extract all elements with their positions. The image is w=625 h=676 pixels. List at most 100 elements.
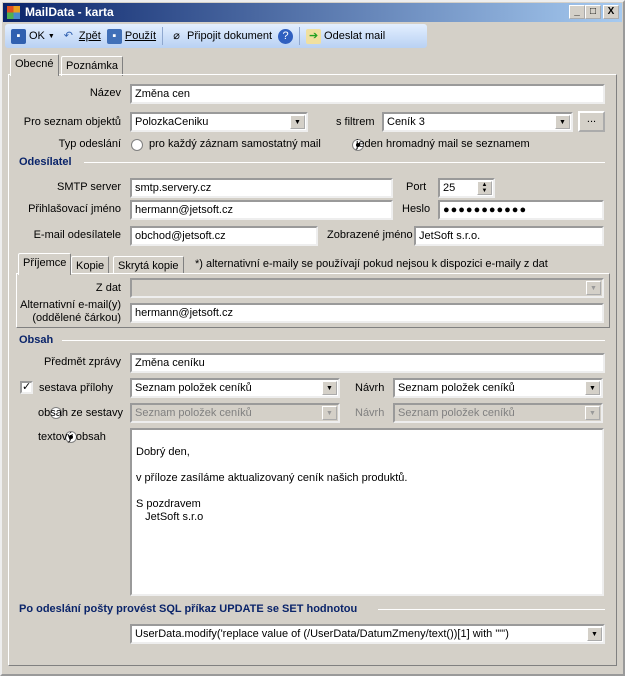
sender-heading: Odesílatel — [19, 156, 72, 168]
report-design-value: Seznam položek ceníků — [398, 407, 515, 419]
send-type-opt2: jeden hromadný mail se seznamem — [356, 138, 530, 150]
body-line: S pozdravem — [136, 498, 201, 510]
chevron-down-icon[interactable]: ▼ — [585, 381, 600, 395]
chevron-down-icon[interactable]: ▼ — [585, 406, 600, 420]
port-label: Port — [406, 181, 427, 193]
name-input[interactable]: Změna cen — [130, 84, 605, 104]
password-label: Heslo — [402, 203, 431, 215]
password-input[interactable]: ●●●●●●●●●●● — [438, 200, 604, 220]
separator — [162, 27, 164, 45]
app-icon — [7, 6, 20, 19]
report-content-select[interactable]: Seznam položek ceníků ▼ — [130, 403, 340, 423]
text-content-label: textový obsah — [38, 431, 106, 443]
content-heading: Obsah — [19, 334, 54, 346]
tab-general[interactable]: Obecné — [10, 54, 59, 76]
report-design-label: Návrh — [355, 407, 385, 419]
attach-report-select[interactable]: Seznam položek ceníků ▼ — [130, 378, 340, 398]
ok-button[interactable]: ▪ OK ▼ — [11, 28, 55, 44]
tab-recipients[interactable]: Příjemce — [18, 253, 72, 275]
sql-heading: Po odeslání pošty provést SQL příkaz UPD… — [19, 603, 358, 615]
sql-select[interactable]: UserData.modify('replace value of (/User… — [130, 624, 605, 644]
body-line: ​ — [136, 485, 598, 498]
minimize-button[interactable]: _ — [569, 5, 585, 19]
maximize-button[interactable]: □ — [585, 5, 601, 19]
subject-label: Předmět zprávy — [43, 356, 121, 368]
ok-label: OK — [29, 30, 45, 42]
filter-value: Ceník 3 — [387, 116, 425, 128]
tab-note[interactable]: Poznámka — [61, 56, 123, 76]
design-select[interactable]: Seznam položek ceníků ▼ — [393, 378, 603, 398]
send-type-label: Typ odeslání — [58, 138, 121, 150]
separator — [299, 27, 301, 45]
chevron-down-icon[interactable]: ▼ — [322, 381, 337, 395]
smtp-input[interactable]: smtp.servery.cz — [130, 178, 393, 198]
attach-label: Připojit dokument — [187, 30, 273, 42]
toolbar: ▪ OK ▼ ↶ Zpět ▪ Použít ⌀ Připojit dokument ? … — [5, 24, 427, 48]
send-label: Odeslat mail — [324, 30, 386, 42]
display-name-input[interactable]: JetSoft s.r.o. — [414, 226, 604, 246]
from-data-select[interactable]: ▼ — [130, 278, 604, 298]
chevron-down-icon[interactable]: ▼ — [290, 115, 305, 129]
attach-button[interactable]: ⌀ Připojit dokument — [169, 29, 272, 44]
divider — [62, 340, 605, 341]
list-select[interactable]: PolozkaCeniku ▼ — [130, 112, 308, 132]
filter-more-button[interactable]: ... — [578, 111, 605, 132]
window-title: MailData - karta — [25, 5, 114, 19]
undo-icon: ↶ — [63, 29, 73, 42]
attach-report-label: sestava přílohy — [39, 382, 113, 394]
list-value: PolozkaCeniku — [135, 116, 209, 128]
design-value: Seznam položek ceníků — [398, 382, 515, 394]
alt-email-label: Alternativní e-mail(y) (oddělené čárkou) — [20, 299, 121, 325]
apply-button[interactable]: ▪ Použít — [106, 28, 157, 44]
divider — [378, 609, 605, 610]
attach-report-value: Seznam položek ceníků — [135, 382, 252, 394]
back-button[interactable]: ↶ Zpět — [61, 29, 101, 44]
port-stepper[interactable]: 25 ▲ ▼ — [438, 178, 495, 198]
body-line: v příloze zasíláme aktualizovaný ceník n… — [136, 472, 408, 484]
spinner-arrows-icon[interactable]: ▲ ▼ — [477, 181, 492, 195]
body-line: JetSoft s.r.o — [136, 511, 204, 523]
report-content-value: Seznam položek ceníků — [135, 407, 252, 419]
message-body-textarea[interactable]: Dobrý den,​v příloze zasíláme aktualizov… — [130, 428, 604, 596]
email-input[interactable]: obchod@jetsoft.cz — [130, 226, 318, 246]
alt-email-input[interactable]: hermann@jetsoft.cz — [130, 303, 604, 323]
send-type-opt1: pro každý záznam samostatný mail — [149, 138, 321, 150]
apply-save-icon: ▪ — [106, 28, 122, 44]
report-content-label: obsah ze sestavy — [38, 407, 123, 419]
name-label: Název — [89, 87, 121, 99]
list-label: Pro seznam objektů — [23, 116, 121, 128]
chevron-down-icon[interactable]: ▼ — [587, 627, 602, 641]
body-line: ​ — [136, 459, 598, 472]
report-design-select[interactable]: Seznam položek ceníků ▼ — [393, 403, 603, 423]
paperclip-icon: ⌀ — [173, 29, 180, 42]
login-input[interactable]: hermann@jetsoft.cz — [130, 200, 393, 220]
send-type-radio-each[interactable] — [131, 139, 143, 151]
email-label: E-mail odesílatele — [33, 229, 121, 241]
filter-label: s filtrem — [336, 116, 375, 128]
send-mail-icon: ➔ — [306, 28, 322, 44]
help-icon[interactable]: ? — [278, 28, 294, 44]
display-name-label: Zobrazené jméno — [327, 229, 413, 241]
subject-input[interactable]: Změna ceníku — [130, 353, 605, 373]
port-value: 25 — [443, 182, 456, 194]
tab-blind-copy[interactable]: Skrytá kopie — [113, 256, 184, 273]
chevron-down-icon[interactable]: ▼ — [322, 406, 337, 420]
sql-value: UserData.modify('replace value of (/User… — [135, 628, 509, 640]
divider — [84, 162, 605, 163]
login-label: Přihlašovací jméno — [28, 203, 121, 215]
dropdown-arrow-icon[interactable]: ▼ — [48, 33, 55, 40]
alt-email-label-line2: (oddělené čárkou) — [32, 312, 121, 324]
close-button[interactable]: X — [603, 5, 619, 19]
apply-label: Použít — [124, 30, 157, 42]
title-bar: MailData - karta — [3, 3, 622, 22]
design-label: Návrh — [355, 382, 385, 394]
recipients-note: *) alternativní e-maily se používají pok… — [195, 258, 548, 270]
send-mail-button[interactable]: ➔ Odeslat mail — [306, 28, 386, 44]
attach-report-checkbox[interactable]: ✓ — [20, 381, 33, 394]
tab-copy[interactable]: Kopie — [71, 256, 110, 273]
save-icon: ▪ — [11, 28, 26, 44]
chevron-down-icon[interactable]: ▼ — [586, 281, 601, 295]
chevron-down-icon[interactable]: ▼ — [555, 115, 570, 129]
back-label: Zpět — [78, 30, 101, 42]
filter-select[interactable]: Ceník 3 ▼ — [382, 112, 573, 132]
